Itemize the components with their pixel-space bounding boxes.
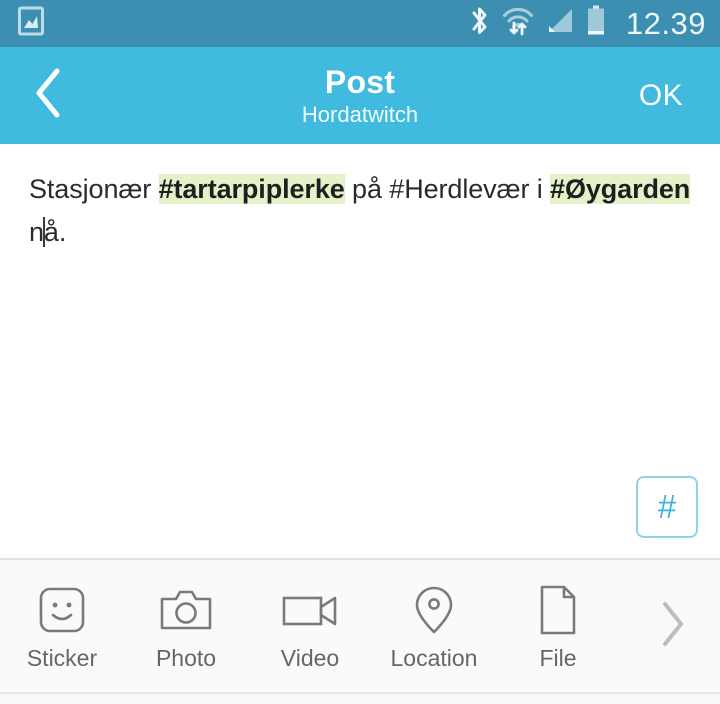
battery-icon [586, 5, 606, 42]
image-capture-icon [18, 6, 44, 41]
toolbar-label-photo: Photo [155, 644, 217, 671]
wifi-transfer-icon [502, 4, 534, 43]
sticker-smiley-icon [37, 582, 87, 638]
video-camera-icon [282, 582, 338, 638]
text-run: å. [43, 217, 67, 247]
hashtag-token: #tartarpiplerke [158, 174, 345, 204]
toolbar-label-file: File [539, 644, 577, 671]
post-text-input[interactable]: Stasjonær #tartarpiplerke på #Herdlevær … [29, 168, 696, 254]
ok-button[interactable]: OK [602, 47, 720, 144]
toolbar-label-location: Location [390, 644, 478, 671]
page-title: Post [324, 63, 396, 100]
file-document-icon [537, 582, 579, 638]
back-button[interactable] [0, 47, 96, 144]
status-clock: 12.39 [625, 6, 706, 41]
toolbar-item-photo[interactable]: Photo [124, 559, 248, 693]
text-run: Stasjonær [29, 174, 159, 204]
toolbar-item-location[interactable]: Location [372, 559, 496, 693]
app-header: Post Hordatwitch OK [0, 47, 720, 144]
toolbar-more-button[interactable] [624, 559, 720, 693]
chevron-left-icon [30, 66, 66, 125]
hashtag-insert-button[interactable]: # [636, 476, 698, 538]
camera-icon [159, 582, 213, 638]
compose-area[interactable]: Stasjonær #tartarpiplerke på #Herdlevær … [0, 144, 720, 558]
page-subtitle: Hordatwitch [301, 101, 419, 127]
status-bar-left-icons [18, 6, 44, 41]
toolbar-label-video: Video [280, 644, 340, 671]
toolbar-item-file[interactable]: File [496, 559, 620, 693]
chevron-right-icon [657, 599, 687, 654]
attachment-toolbar: Sticker Photo Video Location File [0, 558, 720, 692]
text-run: n [29, 217, 44, 247]
status-bar-right-icons: 12.39 [468, 4, 706, 43]
toolbar-item-video[interactable]: Video [248, 559, 372, 693]
hashtag-token: #Øygarden [550, 174, 691, 204]
bottom-edge-strip [0, 692, 720, 704]
text-run: på #Herdlevær i [344, 174, 551, 204]
status-bar: 12.39 [0, 0, 720, 47]
toolbar-label-sticker: Sticker [26, 644, 98, 671]
map-pin-icon [412, 582, 456, 638]
bluetooth-icon [468, 4, 491, 43]
signal-strength-icon [545, 6, 575, 41]
toolbar-item-sticker[interactable]: Sticker [0, 559, 124, 693]
